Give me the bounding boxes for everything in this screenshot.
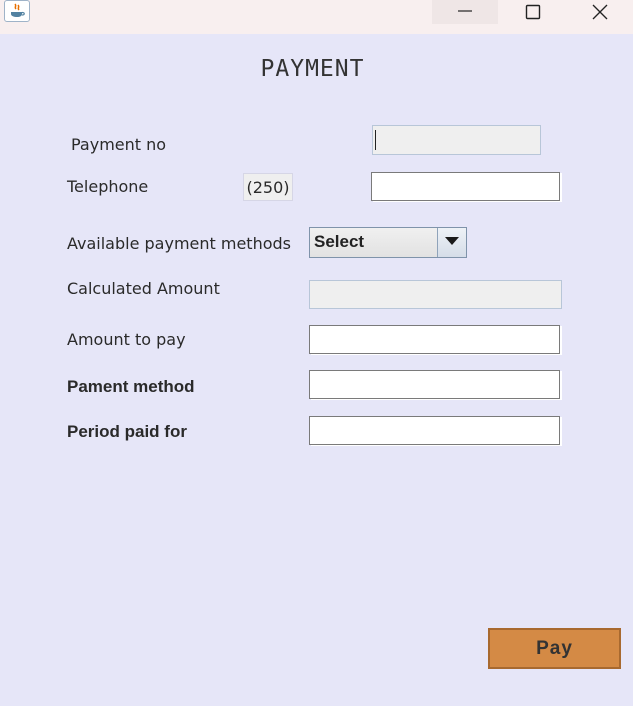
chevron-down-icon	[445, 237, 459, 245]
dropdown-arrow-button[interactable]	[437, 228, 466, 257]
telephone-label: Telephone	[67, 177, 149, 196]
dropdown-selected-value: Select	[314, 232, 365, 251]
text-caret	[375, 130, 376, 150]
close-icon	[592, 4, 608, 20]
period-paid-for-field[interactable]	[309, 416, 560, 445]
period-paid-for-label: Period paid for	[67, 422, 187, 441]
payment-no-label: Payment no	[71, 135, 167, 154]
close-button[interactable]	[567, 0, 633, 24]
java-icon[interactable]	[4, 0, 30, 22]
maximize-button[interactable]	[500, 0, 566, 24]
telephone-prefix: (250)	[243, 173, 293, 201]
calculated-amount-field[interactable]	[309, 280, 562, 309]
calculated-amount-label: Calculated Amount	[67, 279, 220, 298]
pament-method-label: Pament method	[67, 377, 195, 396]
payment-no-field[interactable]	[372, 125, 541, 155]
pament-method-field[interactable]	[309, 370, 560, 399]
payment-methods-dropdown[interactable]: Select	[309, 227, 467, 258]
amount-to-pay-field[interactable]	[309, 325, 560, 354]
telephone-field[interactable]	[371, 172, 560, 201]
page-title: PAYMENT	[260, 56, 365, 82]
amount-to-pay-label: Amount to pay	[67, 330, 186, 349]
pay-button[interactable]: Pay	[488, 628, 621, 669]
minimize-icon	[458, 10, 472, 12]
minimize-button[interactable]	[432, 0, 498, 24]
payment-methods-label: Available payment methods	[67, 234, 291, 253]
title-bar	[0, 0, 633, 34]
maximize-icon	[525, 4, 541, 20]
